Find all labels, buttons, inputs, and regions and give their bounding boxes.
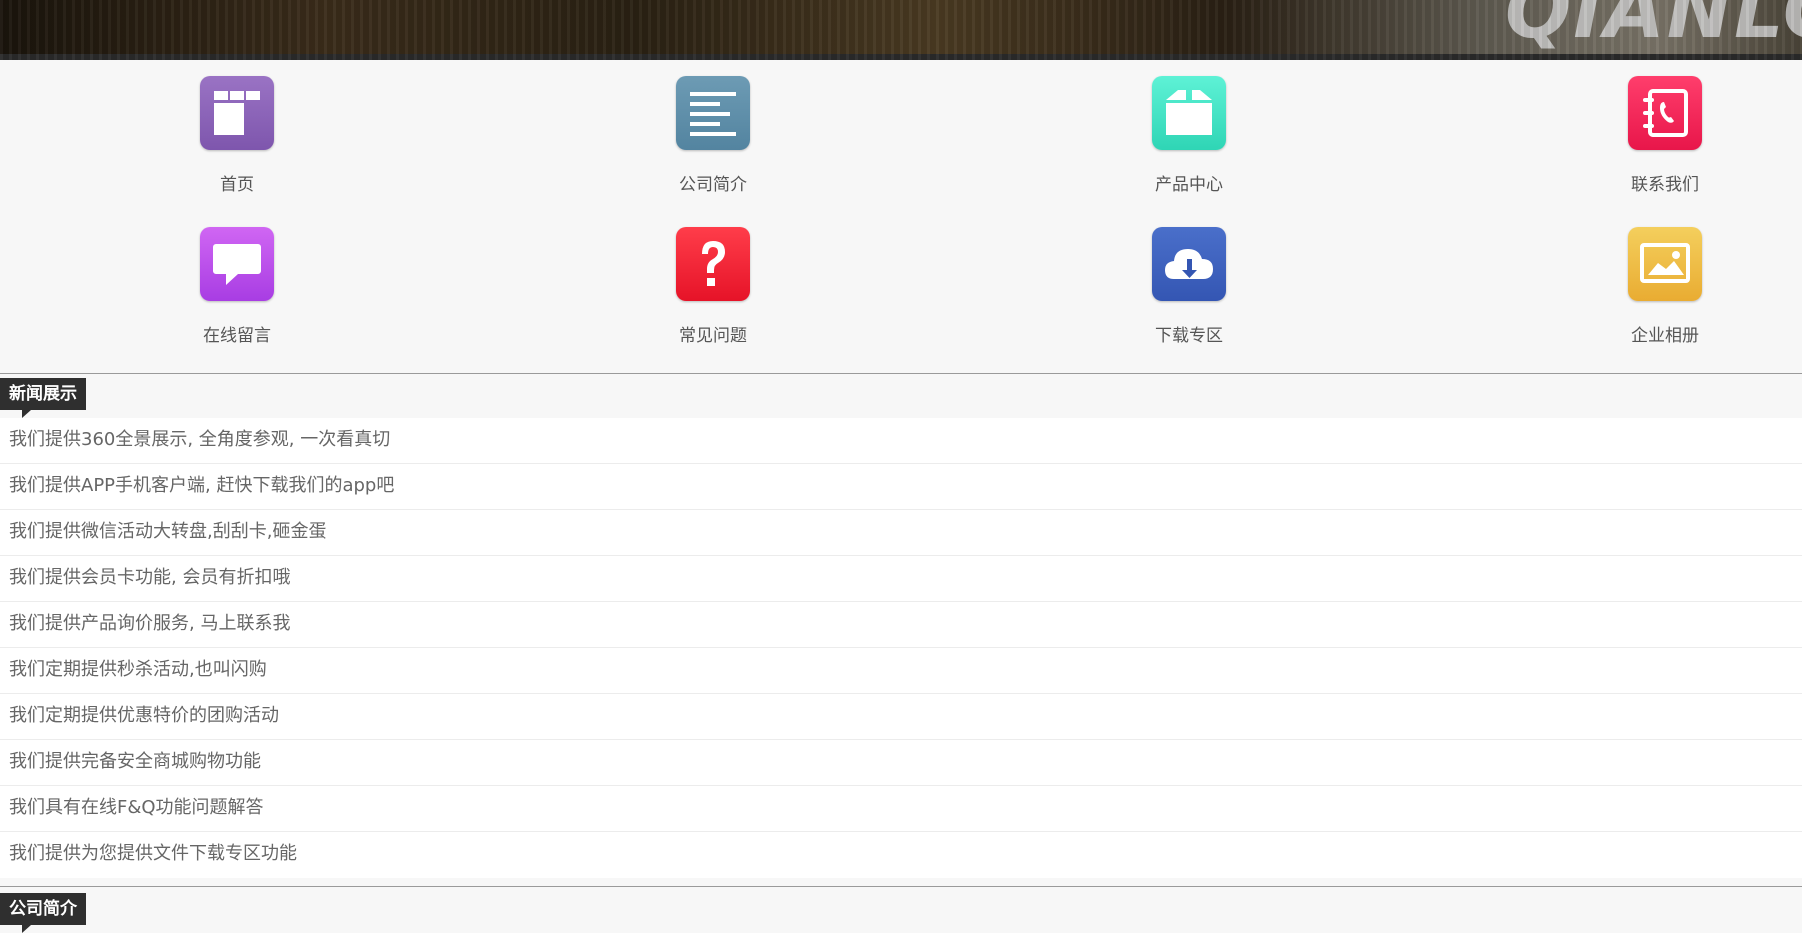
nav-label-contact: 联系我们: [1631, 175, 1699, 195]
news-item[interactable]: 我们提供为您提供文件下载专区功能: [0, 832, 1802, 877]
nav-item-downloads[interactable]: 下载专区: [1089, 227, 1289, 346]
news-item[interactable]: 我们提供APP手机客户端, 赶快下载我们的app吧: [0, 464, 1802, 510]
banner-divider: [0, 54, 1802, 60]
nav-label-home: 首页: [220, 175, 254, 195]
nav-item-contact[interactable]: 联系我们: [1565, 76, 1765, 195]
nav-label-message: 在线留言: [203, 326, 271, 346]
news-item[interactable]: 我们提供360全景展示, 全角度参观, 一次看真切: [0, 418, 1802, 464]
news-list: 我们提供360全景展示, 全角度参观, 一次看真切 我们提供APP手机客户端, …: [0, 418, 1802, 878]
news-item[interactable]: 我们提供产品询价服务, 马上联系我: [0, 602, 1802, 648]
banner-logo: QIANLON: [1505, 0, 1802, 56]
question-mark-icon: [676, 227, 750, 301]
nav-item-message[interactable]: 在线留言: [137, 227, 337, 346]
news-section-title: 新闻展示: [0, 378, 86, 418]
news-item[interactable]: 我们提供完备安全商城购物功能: [0, 740, 1802, 786]
box-icon: [1152, 76, 1226, 150]
address-book-phone-icon: [1628, 76, 1702, 150]
nav-item-products[interactable]: 产品中心: [1089, 76, 1289, 195]
news-item[interactable]: 我们提供会员卡功能, 会员有折扣哦: [0, 556, 1802, 602]
news-item[interactable]: 我们定期提供秒杀活动,也叫闪购: [0, 648, 1802, 694]
news-item[interactable]: 我们提供微信活动大转盘,刮刮卡,砸金蛋: [0, 510, 1802, 556]
news-item[interactable]: 我们定期提供优惠特价的团购活动: [0, 694, 1802, 740]
nav-item-home[interactable]: 首页: [137, 76, 337, 195]
cloud-download-icon: [1152, 227, 1226, 301]
news-section-header: 新闻展示: [0, 373, 1802, 419]
nav-item-company-intro[interactable]: 公司简介: [613, 76, 813, 195]
photo-album-icon: [1628, 227, 1702, 301]
speech-bubble-icon: [200, 227, 274, 301]
header-banner: QIANLON: [0, 0, 1802, 60]
document-lines-icon: [676, 76, 750, 150]
nav-label-products: 产品中心: [1155, 175, 1223, 195]
about-section-header: 公司简介: [0, 886, 1802, 933]
nav-label-downloads: 下载专区: [1155, 326, 1223, 346]
news-item[interactable]: 我们具有在线F&Q功能问题解答: [0, 786, 1802, 832]
nav-item-album[interactable]: 企业相册: [1565, 227, 1765, 346]
nav-label-faq: 常见问题: [679, 326, 747, 346]
nav-item-faq[interactable]: 常见问题: [613, 227, 813, 346]
nav-label-company-intro: 公司简介: [679, 175, 747, 195]
nav-label-album: 企业相册: [1631, 326, 1699, 346]
home-layout-icon: [200, 76, 274, 150]
about-section-title: 公司简介: [0, 893, 86, 933]
